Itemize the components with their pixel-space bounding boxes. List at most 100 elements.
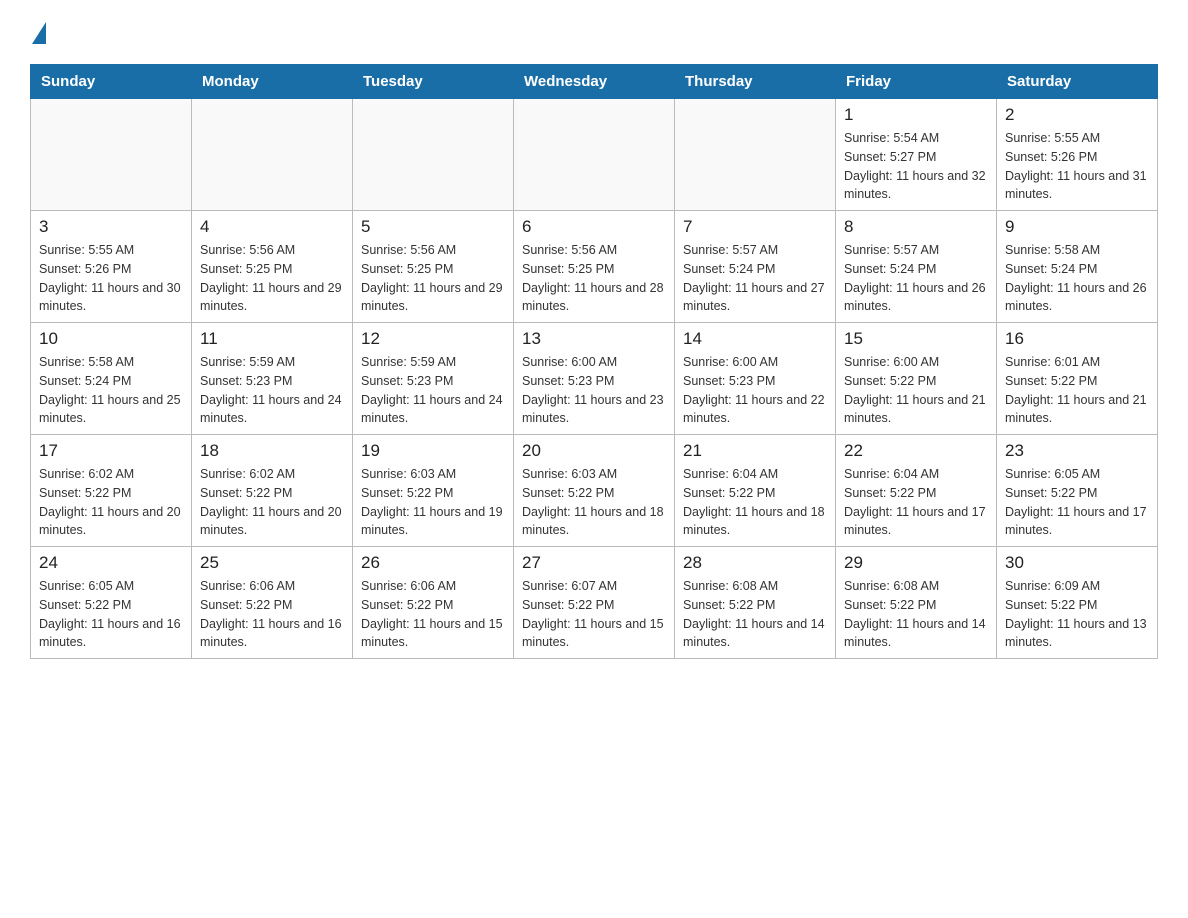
day-info: Sunrise: 5:56 AMSunset: 5:25 PMDaylight:…: [361, 241, 505, 316]
week-row-2: 3 Sunrise: 5:55 AMSunset: 5:26 PMDaylight…: [31, 211, 1158, 323]
calendar-cell: 12 Sunrise: 5:59 AMSunset: 5:23 PMDayligh…: [353, 323, 514, 435]
weekday-header-tuesday: Tuesday: [353, 65, 514, 99]
day-info: Sunrise: 6:06 AMSunset: 5:22 PMDaylight:…: [361, 577, 505, 652]
day-info: Sunrise: 6:02 AMSunset: 5:22 PMDaylight:…: [39, 465, 183, 540]
calendar-cell: 23 Sunrise: 6:05 AMSunset: 5:22 PMDayligh…: [997, 435, 1158, 547]
calendar-cell: 25 Sunrise: 6:06 AMSunset: 5:22 PMDayligh…: [192, 547, 353, 659]
calendar-cell: 6 Sunrise: 5:56 AMSunset: 5:25 PMDaylight…: [514, 211, 675, 323]
day-info: Sunrise: 5:58 AMSunset: 5:24 PMDaylight:…: [39, 353, 183, 428]
calendar-cell: 5 Sunrise: 5:56 AMSunset: 5:25 PMDaylight…: [353, 211, 514, 323]
day-number: 14: [683, 329, 827, 349]
weekday-header-sunday: Sunday: [31, 65, 192, 99]
day-number: 28: [683, 553, 827, 573]
week-row-3: 10 Sunrise: 5:58 AMSunset: 5:24 PMDayligh…: [31, 323, 1158, 435]
calendar-cell: 16 Sunrise: 6:01 AMSunset: 5:22 PMDayligh…: [997, 323, 1158, 435]
calendar-cell: [192, 99, 353, 211]
day-info: Sunrise: 6:02 AMSunset: 5:22 PMDaylight:…: [200, 465, 344, 540]
calendar-cell: 20 Sunrise: 6:03 AMSunset: 5:22 PMDayligh…: [514, 435, 675, 547]
day-number: 24: [39, 553, 183, 573]
week-row-4: 17 Sunrise: 6:02 AMSunset: 5:22 PMDayligh…: [31, 435, 1158, 547]
day-info: Sunrise: 5:57 AMSunset: 5:24 PMDaylight:…: [844, 241, 988, 316]
day-number: 2: [1005, 105, 1149, 125]
weekday-header-wednesday: Wednesday: [514, 65, 675, 99]
calendar-cell: 21 Sunrise: 6:04 AMSunset: 5:22 PMDayligh…: [675, 435, 836, 547]
day-number: 25: [200, 553, 344, 573]
day-number: 16: [1005, 329, 1149, 349]
calendar-cell: 30Sunrise: 6:09 AMSunset: 5:22 PMDayligh…: [997, 547, 1158, 659]
day-info: Sunrise: 6:06 AMSunset: 5:22 PMDaylight:…: [200, 577, 344, 652]
day-number: 27: [522, 553, 666, 573]
calendar-cell: 7Sunrise: 5:57 AMSunset: 5:24 PMDaylight…: [675, 211, 836, 323]
calendar-cell: 10 Sunrise: 5:58 AMSunset: 5:24 PMDayligh…: [31, 323, 192, 435]
day-number: 29: [844, 553, 988, 573]
day-info: Sunrise: 5:55 AMSunset: 5:26 PMDaylight:…: [1005, 129, 1149, 204]
day-number: 9: [1005, 217, 1149, 237]
day-number: 6: [522, 217, 666, 237]
day-info: Sunrise: 6:04 AMSunset: 5:22 PMDaylight:…: [844, 465, 988, 540]
day-number: 8: [844, 217, 988, 237]
day-info: Sunrise: 6:05 AMSunset: 5:22 PMDaylight:…: [39, 577, 183, 652]
day-info: Sunrise: 6:03 AMSunset: 5:22 PMDaylight:…: [361, 465, 505, 540]
calendar-cell: 17 Sunrise: 6:02 AMSunset: 5:22 PMDayligh…: [31, 435, 192, 547]
calendar-cell: 2 Sunrise: 5:55 AMSunset: 5:26 PMDaylight…: [997, 99, 1158, 211]
day-info: Sunrise: 5:54 AMSunset: 5:27 PMDaylight:…: [844, 129, 988, 204]
day-number: 10: [39, 329, 183, 349]
calendar-cell: [675, 99, 836, 211]
calendar-cell: 14Sunrise: 6:00 AMSunset: 5:23 PMDayligh…: [675, 323, 836, 435]
day-info: Sunrise: 5:57 AMSunset: 5:24 PMDaylight:…: [683, 241, 827, 316]
day-info: Sunrise: 6:00 AMSunset: 5:22 PMDaylight:…: [844, 353, 988, 428]
day-number: 3: [39, 217, 183, 237]
day-info: Sunrise: 5:59 AMSunset: 5:23 PMDaylight:…: [200, 353, 344, 428]
week-row-5: 24 Sunrise: 6:05 AMSunset: 5:22 PMDayligh…: [31, 547, 1158, 659]
day-number: 20: [522, 441, 666, 461]
calendar-cell: 19 Sunrise: 6:03 AMSunset: 5:22 PMDayligh…: [353, 435, 514, 547]
day-info: Sunrise: 6:05 AMSunset: 5:22 PMDaylight:…: [1005, 465, 1149, 540]
day-number: 23: [1005, 441, 1149, 461]
day-info: Sunrise: 5:56 AMSunset: 5:25 PMDaylight:…: [522, 241, 666, 316]
calendar-cell: 11 Sunrise: 5:59 AMSunset: 5:23 PMDayligh…: [192, 323, 353, 435]
day-info: Sunrise: 5:55 AMSunset: 5:26 PMDaylight:…: [39, 241, 183, 316]
calendar-cell: 8 Sunrise: 5:57 AMSunset: 5:24 PMDaylight…: [836, 211, 997, 323]
day-info: Sunrise: 6:01 AMSunset: 5:22 PMDaylight:…: [1005, 353, 1149, 428]
calendar-table: SundayMondayTuesdayWednesdayThursdayFrid…: [30, 64, 1158, 659]
calendar-cell: [514, 99, 675, 211]
day-info: Sunrise: 6:04 AMSunset: 5:22 PMDaylight:…: [683, 465, 827, 540]
weekday-header-friday: Friday: [836, 65, 997, 99]
calendar-cell: [31, 99, 192, 211]
calendar-cell: 28 Sunrise: 6:08 AMSunset: 5:22 PMDayligh…: [675, 547, 836, 659]
day-number: 12: [361, 329, 505, 349]
day-number: 21: [683, 441, 827, 461]
day-number: 11: [200, 329, 344, 349]
weekday-header-saturday: Saturday: [997, 65, 1158, 99]
day-number: 17: [39, 441, 183, 461]
day-info: Sunrise: 5:59 AMSunset: 5:23 PMDaylight:…: [361, 353, 505, 428]
day-info: Sunrise: 6:09 AMSunset: 5:22 PMDaylight:…: [1005, 577, 1149, 652]
day-number: 1: [844, 105, 988, 125]
calendar-cell: 9 Sunrise: 5:58 AMSunset: 5:24 PMDaylight…: [997, 211, 1158, 323]
day-info: Sunrise: 6:08 AMSunset: 5:22 PMDaylight:…: [844, 577, 988, 652]
page-header: [30, 20, 1158, 44]
day-info: Sunrise: 6:08 AMSunset: 5:22 PMDaylight:…: [683, 577, 827, 652]
day-number: 19: [361, 441, 505, 461]
day-number: 13: [522, 329, 666, 349]
day-info: Sunrise: 6:03 AMSunset: 5:22 PMDaylight:…: [522, 465, 666, 540]
day-info: Sunrise: 6:07 AMSunset: 5:22 PMDaylight:…: [522, 577, 666, 652]
day-number: 26: [361, 553, 505, 573]
day-info: Sunrise: 5:56 AMSunset: 5:25 PMDaylight:…: [200, 241, 344, 316]
weekday-header-row: SundayMondayTuesdayWednesdayThursdayFrid…: [31, 65, 1158, 99]
calendar-cell: 26 Sunrise: 6:06 AMSunset: 5:22 PMDayligh…: [353, 547, 514, 659]
day-number: 5: [361, 217, 505, 237]
logo: [30, 20, 46, 44]
calendar-cell: 29 Sunrise: 6:08 AMSunset: 5:22 PMDayligh…: [836, 547, 997, 659]
day-number: 4: [200, 217, 344, 237]
logo-triangle-icon: [32, 22, 46, 44]
day-info: Sunrise: 6:00 AMSunset: 5:23 PMDaylight:…: [522, 353, 666, 428]
day-number: 18: [200, 441, 344, 461]
day-info: Sunrise: 5:58 AMSunset: 5:24 PMDaylight:…: [1005, 241, 1149, 316]
calendar-cell: 3 Sunrise: 5:55 AMSunset: 5:26 PMDaylight…: [31, 211, 192, 323]
calendar-cell: [353, 99, 514, 211]
calendar-cell: 24 Sunrise: 6:05 AMSunset: 5:22 PMDayligh…: [31, 547, 192, 659]
calendar-cell: 22Sunrise: 6:04 AMSunset: 5:22 PMDayligh…: [836, 435, 997, 547]
calendar-cell: 1 Sunrise: 5:54 AMSunset: 5:27 PMDaylight…: [836, 99, 997, 211]
calendar-cell: 4 Sunrise: 5:56 AMSunset: 5:25 PMDaylight…: [192, 211, 353, 323]
